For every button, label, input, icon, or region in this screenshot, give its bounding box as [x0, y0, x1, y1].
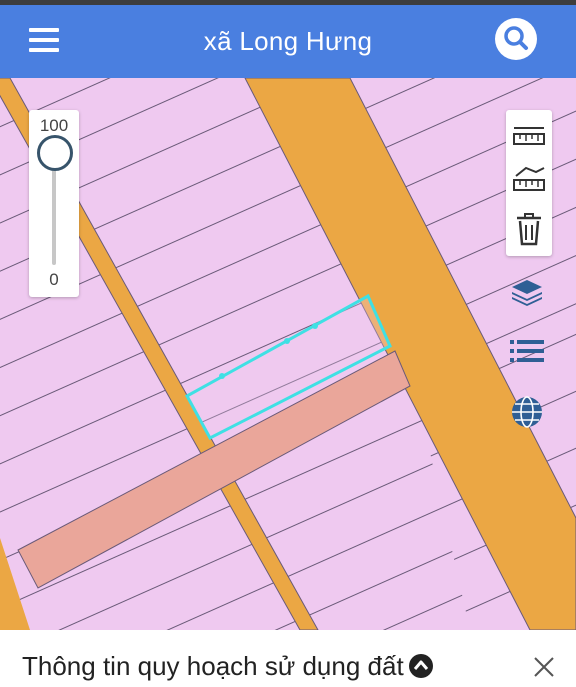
globe-icon[interactable]: [508, 393, 546, 431]
measure-area-icon[interactable]: [510, 162, 548, 200]
measure-distance-icon[interactable]: [510, 116, 548, 154]
parcel-vertex: [312, 323, 318, 329]
hamburger-menu-icon[interactable]: [26, 23, 62, 59]
app-header: xã Long Hưng: [0, 5, 576, 78]
zoom-min-label: 0: [49, 270, 59, 289]
trash-icon[interactable]: [510, 210, 548, 248]
zoom-handle[interactable]: [37, 135, 73, 171]
layers-icon[interactable]: [508, 272, 546, 310]
map-canvas[interactable]: [0, 78, 576, 630]
info-panel-header[interactable]: Thông tin quy hoạch sử dụng đất: [0, 630, 576, 687]
list-icon[interactable]: [508, 332, 546, 370]
zoom-max-label: 100: [39, 116, 69, 135]
close-icon[interactable]: [532, 655, 556, 679]
measure-toolbar: [506, 110, 552, 256]
page-title: xã Long Hưng: [203, 26, 373, 56]
search-button[interactable]: [495, 18, 537, 60]
parcel-vertex: [219, 373, 225, 379]
parcel-vertex: [284, 338, 290, 344]
info-panel-title: Thông tin quy hoạch sử dụng đất: [22, 651, 404, 681]
chevron-up-icon[interactable]: [408, 653, 434, 679]
zoom-slider[interactable]: 100 0: [29, 110, 79, 297]
map-svg[interactable]: [0, 78, 576, 630]
info-panel-title-wrap: Thông tin quy hoạch sử dụng đất: [22, 651, 434, 682]
search-icon: [504, 26, 528, 50]
